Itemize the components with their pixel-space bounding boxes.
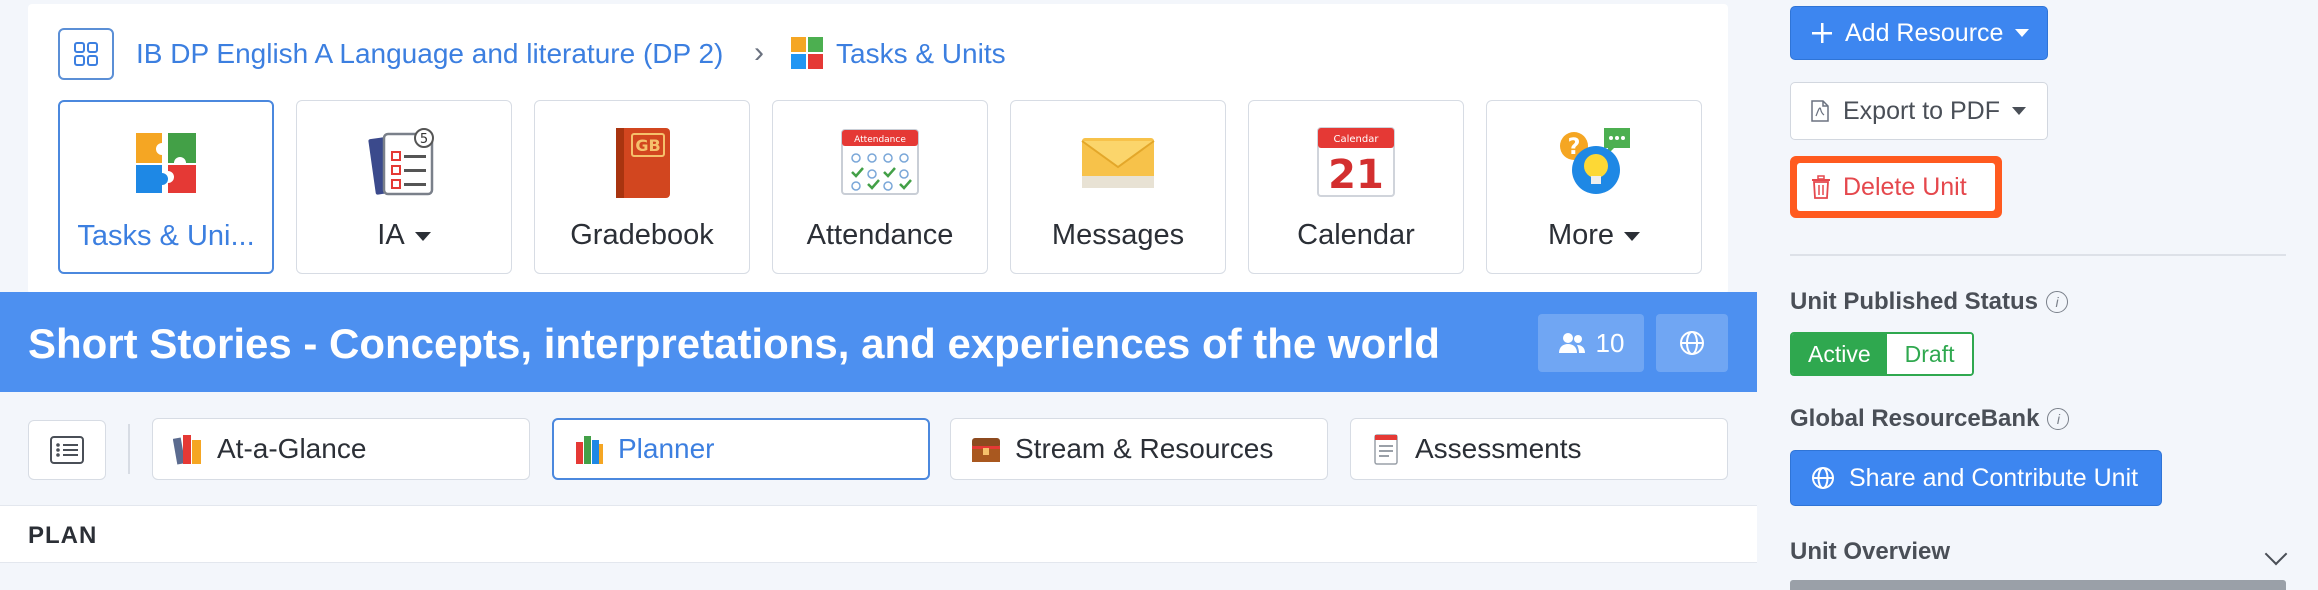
tile-ia[interactable]: 5 IA — [296, 100, 512, 274]
globe-button[interactable] — [1656, 314, 1728, 372]
grid-icon — [74, 42, 98, 66]
members-button[interactable]: 10 — [1538, 314, 1644, 372]
gradebook-icon-text: GB — [635, 136, 660, 155]
tab-divider — [128, 424, 130, 474]
outline-toggle-button[interactable] — [28, 420, 106, 480]
plan-label: PLAN — [28, 522, 98, 549]
help-bulb-icon: ? — [1560, 128, 1630, 194]
publish-status-toggle: Active Draft — [1790, 332, 1975, 376]
caret-down-icon — [2012, 107, 2026, 115]
tab-label: At-a-Glance — [217, 433, 367, 464]
app-grid-button[interactable] — [58, 28, 114, 80]
delete-unit-button[interactable]: Delete Unit — [1790, 156, 2002, 218]
status-draft-option[interactable]: Draft — [1886, 334, 1973, 374]
attendance-icon-text: Attendance — [854, 135, 906, 145]
status-active-option[interactable]: Active — [1792, 334, 1887, 374]
tile-label: Gradebook — [570, 219, 714, 251]
list-icon — [50, 436, 84, 464]
plan-section-header: PLAN — [0, 505, 1757, 563]
tile-label: Attendance — [806, 219, 954, 251]
caret-down-icon — [414, 231, 431, 241]
tile-more[interactable]: ? More — [1486, 100, 1702, 274]
globe-icon — [1812, 467, 1834, 489]
attendance-icon: Attendance — [841, 129, 919, 195]
envelope-icon — [1081, 138, 1155, 188]
add-resource-button[interactable]: Add Resource — [1790, 6, 2048, 60]
tile-calendar[interactable]: Calendar 21 Calendar — [1248, 100, 1464, 274]
unit-tabs: At-a-Glance Planner Stream & Resources A… — [0, 392, 1757, 506]
books-icon — [173, 435, 201, 465]
pdf-file-icon — [1811, 100, 1829, 122]
unit-title: Short Stories - Concepts, interpretation… — [28, 320, 1440, 367]
tile-label: Calendar — [1297, 219, 1415, 251]
course-header-card: IB DP English A Language and literature … — [28, 4, 1728, 294]
tile-attendance[interactable]: Attendance Attendance — [772, 100, 988, 274]
resourcebank-label: Global ResourceBank i — [1790, 405, 2070, 433]
puzzle-icon — [791, 37, 823, 69]
tab-at-a-glance[interactable]: At-a-Glance — [152, 418, 530, 480]
planner-books-icon — [576, 436, 603, 464]
tab-planner[interactable]: Planner — [552, 418, 930, 480]
users-icon — [1558, 333, 1585, 353]
notepad-icon — [1374, 434, 1398, 465]
export-pdf-label: Export to PDF — [1843, 96, 2000, 125]
puzzle-icon — [136, 133, 196, 193]
plus-icon — [1812, 23, 1832, 43]
gradebook-icon: GB — [616, 128, 670, 198]
tab-label: Planner — [618, 433, 715, 464]
globe-icon — [1680, 331, 1704, 355]
export-pdf-button[interactable]: Export to PDF — [1790, 82, 2048, 140]
caret-down-icon — [1624, 231, 1641, 241]
unit-banner: Short Stories - Concepts, interpretation… — [0, 292, 1757, 392]
breadcrumb-current[interactable]: Tasks & Units — [836, 38, 1006, 70]
trash-icon — [1812, 175, 1830, 199]
ia-badge-number: 5 — [420, 132, 428, 147]
ia-checklist-icon: 5 — [368, 128, 434, 196]
tab-stream-resources[interactable]: Stream & Resources — [950, 418, 1328, 480]
unit-overview-label[interactable]: Unit Overview — [1790, 538, 1950, 566]
tile-messages[interactable]: Messages — [1010, 100, 1226, 274]
add-resource-label: Add Resource — [1845, 18, 2004, 47]
module-tiles: Tasks & Uni... 5 IA GB Gradebook Attenda… — [58, 100, 1702, 274]
caret-down-icon — [2015, 29, 2030, 37]
breadcrumb-separator: › — [754, 36, 764, 69]
tile-label: Tasks & Uni... — [77, 220, 255, 252]
tile-label: Messages — [1051, 219, 1185, 251]
share-contribute-button[interactable]: Share and Contribute Unit — [1790, 450, 2162, 506]
calendar-icon-day: 21 — [1328, 152, 1384, 198]
breadcrumb-course-link[interactable]: IB DP English A Language and literature … — [136, 38, 723, 70]
delete-unit-label: Delete Unit — [1843, 172, 1967, 201]
unit-overview-image — [1790, 580, 2286, 590]
share-contribute-label: Share and Contribute Unit — [1849, 463, 2139, 492]
info-icon[interactable]: i — [2047, 408, 2070, 430]
treasure-chest-icon — [972, 438, 1000, 462]
tab-assessments[interactable]: Assessments — [1350, 418, 1728, 480]
tile-gradebook[interactable]: GB Gradebook — [534, 100, 750, 274]
tile-tasks-units[interactable]: Tasks & Uni... — [58, 100, 274, 274]
sidebar-divider — [1790, 254, 2286, 256]
info-icon[interactable]: i — [2046, 291, 2069, 313]
tile-label: IA — [377, 219, 405, 251]
tab-label: Stream & Resources — [1015, 433, 1274, 464]
tab-label: Assessments — [1415, 433, 1582, 464]
main-content: IB DP English A Language and literature … — [0, 0, 1757, 590]
published-status-label: Unit Published Status i — [1790, 288, 2069, 316]
calendar-icon: Calendar 21 — [1317, 127, 1395, 198]
members-count: 10 — [1595, 327, 1625, 358]
calendar-icon-header: Calendar — [1334, 134, 1380, 145]
tile-label: More — [1547, 219, 1615, 251]
